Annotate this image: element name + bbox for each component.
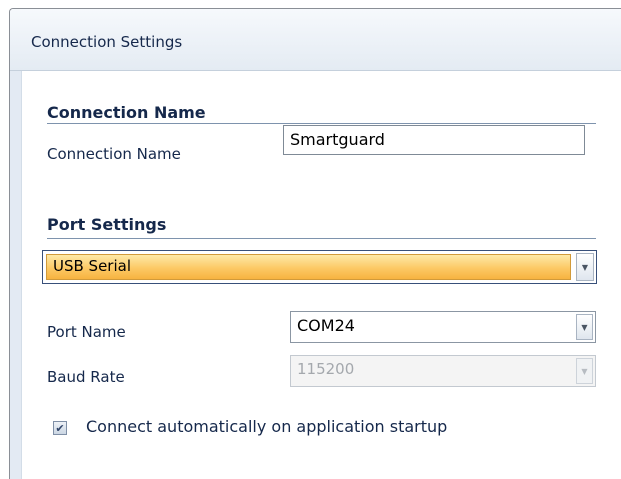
panel-header: Connection Settings — [10, 9, 621, 71]
connection-name-divider — [47, 123, 596, 124]
port-type-dropdown[interactable]: USB Serial ▼ — [42, 250, 597, 284]
port-type-value: USB Serial — [53, 257, 132, 275]
chevron-down-icon: ▼ — [576, 358, 593, 384]
connection-name-input[interactable]: Smartguard — [283, 125, 585, 155]
connection-name-section-title: Connection Name — [47, 103, 206, 122]
checkmark-icon: ✔ — [55, 421, 65, 435]
chevron-down-icon[interactable]: ▼ — [576, 253, 594, 281]
baud-rate-dropdown: 115200 ▼ — [290, 355, 596, 387]
connection-name-label: Connection Name — [47, 145, 181, 163]
panel-title: Connection Settings — [31, 33, 183, 51]
port-name-value: COM24 — [297, 316, 355, 335]
baud-rate-value: 115200 — [297, 360, 355, 378]
port-settings-divider — [47, 238, 596, 239]
auto-connect-checkbox[interactable]: ✔ — [53, 421, 67, 435]
connection-name-input-value: Smartguard — [290, 130, 385, 149]
auto-connect-label[interactable]: Connect automatically on application sta… — [86, 417, 447, 436]
chevron-down-icon[interactable]: ▼ — [576, 314, 593, 340]
port-type-dropdown-field: USB Serial — [46, 254, 571, 280]
port-name-label: Port Name — [47, 323, 126, 341]
panel-side-strip — [10, 71, 22, 479]
baud-rate-label: Baud Rate — [47, 368, 125, 386]
port-name-dropdown[interactable]: COM24 ▼ — [290, 311, 596, 343]
port-settings-section-title: Port Settings — [47, 215, 167, 234]
connection-settings-panel: Connection Settings Connection Name Conn… — [9, 8, 621, 479]
